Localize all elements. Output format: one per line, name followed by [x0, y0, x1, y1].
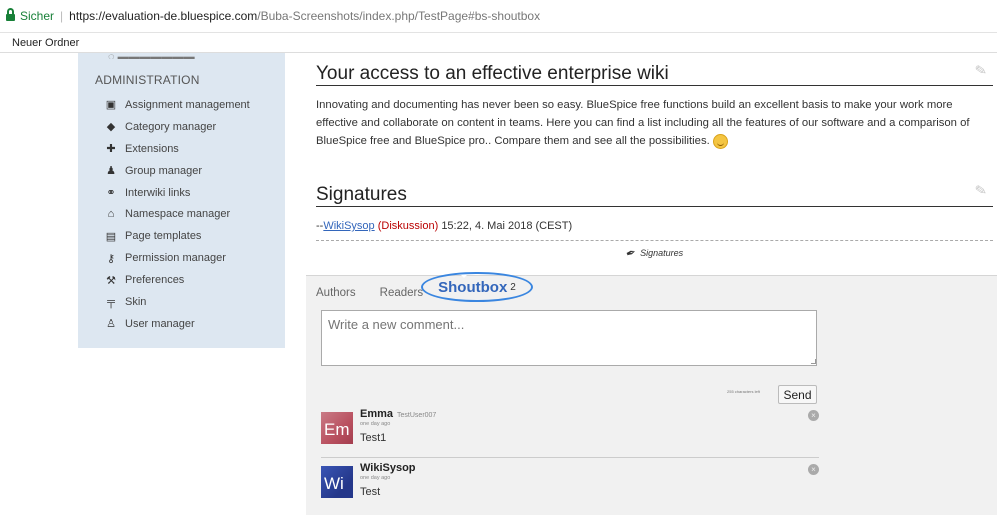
- sidebar-item-skin[interactable]: ╤ Skin: [105, 291, 250, 313]
- lock-icon: [6, 8, 15, 22]
- sidebar-item-group-manager[interactable]: ♟ Group manager: [105, 160, 250, 182]
- address-bar[interactable]: Sicher | https://evaluation-de.bluespice…: [0, 0, 997, 33]
- users-icon: ♙: [106, 318, 116, 331]
- shout-author-name[interactable]: Emma: [360, 408, 393, 420]
- section-title-signatures: Signatures: [316, 184, 407, 205]
- intro-paragraph: Innovating and documenting has never bee…: [316, 96, 988, 150]
- intro-text: Innovating and documenting has never bee…: [316, 99, 970, 147]
- shout-entry: Em Emma TestUser007 one day ago Test1 ×: [321, 406, 819, 450]
- section-divider: [316, 206, 993, 207]
- signatures-tag-label: Signatures: [640, 248, 684, 258]
- resize-grip[interactable]: [811, 359, 816, 364]
- paint-roller-icon: ╤: [107, 295, 115, 308]
- shout-author-name[interactable]: WikiSysop: [360, 462, 416, 474]
- sidebar-item-label: Group manager: [125, 164, 203, 177]
- shout-user-id: TestUser007: [397, 412, 437, 419]
- url-separator: |: [60, 9, 64, 23]
- sidebar-heading: ADMINISTRATION: [95, 73, 200, 87]
- signature-timestamp: 15:22, 4. Mai 2018 (CEST): [441, 220, 573, 232]
- sidebar-item-label: Extensions: [125, 142, 179, 155]
- sidebar-item-label: Namespace manager: [125, 208, 231, 221]
- shout-text: Test: [360, 486, 381, 498]
- edit-pencil-icon[interactable]: ✎: [974, 181, 989, 200]
- group-icon: ♟: [106, 165, 116, 178]
- sidebar-item-user-manager[interactable]: ♙ User manager: [105, 313, 250, 335]
- tag-icon: ◆: [106, 121, 116, 134]
- feather-icon: ✒: [623, 244, 639, 262]
- admin-sidebar: ◌ ▬▬▬▬▬▬▬ ADMINISTRATION ▣ Assignment man…: [78, 51, 285, 348]
- sidebar-item-label: User manager: [125, 317, 195, 330]
- sidebar-clipped-item: ◌ ▬▬▬▬▬▬▬: [108, 51, 195, 59]
- tab-shoutbox-label: Shoutbox: [438, 278, 508, 296]
- sidebar-item-permission-manager[interactable]: ⚷ Permission manager: [105, 247, 250, 269]
- shout-time: one day ago: [360, 475, 391, 481]
- smiley-icon: [712, 133, 728, 149]
- bookmarks-bar: Neuer Ordner: [0, 33, 997, 53]
- shout-entry: Wi WikiSysop one day ago Test ×: [321, 460, 819, 504]
- bottom-panel: Authors Readers Shoutbox2 255 characters…: [306, 272, 997, 515]
- sidebar-item-label: Category manager: [125, 120, 217, 133]
- signature-line: --WikiSysop (Diskussion) 15:22, 4. Mai 2…: [316, 220, 572, 232]
- tab-readers[interactable]: Readers: [380, 287, 423, 299]
- sidebar-item-namespace-manager[interactable]: ⌂ Namespace manager: [105, 203, 250, 225]
- section-divider: [316, 85, 993, 86]
- wrench-icon: ⚒: [106, 274, 116, 287]
- shoutbox-count: 2: [510, 281, 516, 293]
- sidebar-nav: ▣ Assignment management ◆ Category manager…: [105, 94, 250, 335]
- shout-author: Emma TestUser007: [360, 408, 436, 420]
- sidebar-item-label: Assignment management: [125, 98, 250, 111]
- tab-authors[interactable]: Authors: [316, 287, 356, 299]
- delete-shout-icon[interactable]: ×: [808, 464, 819, 475]
- sidebar-item-extensions[interactable]: ✚ Extensions: [105, 138, 250, 160]
- characters-left: 255 characters left: [727, 389, 760, 394]
- puzzle-icon: ✚: [106, 143, 116, 156]
- sidebar-item-page-templates[interactable]: ▤ Page templates: [105, 225, 250, 247]
- key-icon: ⚷: [106, 252, 116, 265]
- shout-text: Test1: [360, 432, 387, 444]
- avatar[interactable]: Em: [321, 412, 353, 444]
- signature-user-link[interactable]: WikiSysop: [323, 220, 374, 232]
- sidebar-item-label: Page templates: [125, 230, 202, 243]
- sidebar-item-label: Preferences: [125, 274, 185, 287]
- signature-dashed-line: [316, 240, 993, 241]
- clipboard-icon: ▤: [105, 230, 117, 243]
- assignment-icon: ▣: [105, 99, 117, 112]
- url-host[interactable]: https://evaluation-de.bluespice.com: [69, 9, 257, 23]
- comment-input[interactable]: [321, 310, 817, 366]
- bookmark-folder[interactable]: Neuer Ordner: [12, 37, 79, 49]
- sidebar-item-interwiki-links[interactable]: ⚭ Interwiki links: [105, 182, 250, 204]
- sidebar-item-label: Skin: [125, 295, 147, 308]
- signatures-tag[interactable]: ✒ Signatures: [623, 244, 684, 262]
- sidebar-item-preferences[interactable]: ⚒ Preferences: [105, 269, 250, 291]
- sidebar-item-assignment-management[interactable]: ▣ Assignment management: [105, 94, 250, 116]
- shout-author: WikiSysop: [360, 462, 416, 474]
- tab-shoutbox[interactable]: Shoutbox 2: [421, 272, 533, 302]
- url-path[interactable]: /Buba-Screenshots/index.php/TestPage#bs-…: [257, 9, 540, 23]
- sidebar-item-label: Permission manager: [125, 252, 226, 265]
- sidebar-item-category-manager[interactable]: ◆ Category manager: [105, 116, 250, 138]
- entry-divider: [321, 457, 819, 458]
- section-title-enterprise-wiki: Your access to an effective enterprise w…: [316, 63, 669, 84]
- page-content: Your access to an effective enterprise w…: [306, 53, 997, 275]
- edit-pencil-icon[interactable]: ✎: [974, 61, 989, 80]
- delete-shout-icon[interactable]: ×: [808, 410, 819, 421]
- shout-time: one day ago: [360, 421, 391, 427]
- namespace-icon: ⌂: [107, 208, 115, 221]
- sidebar-item-label: Interwiki links: [125, 186, 191, 199]
- link-icon: ⚭: [106, 187, 116, 199]
- secure-label: Sicher: [20, 9, 55, 23]
- send-button[interactable]: Send: [778, 385, 817, 404]
- avatar[interactable]: Wi: [321, 466, 353, 498]
- signature-talk-link[interactable]: (Diskussion): [378, 220, 439, 232]
